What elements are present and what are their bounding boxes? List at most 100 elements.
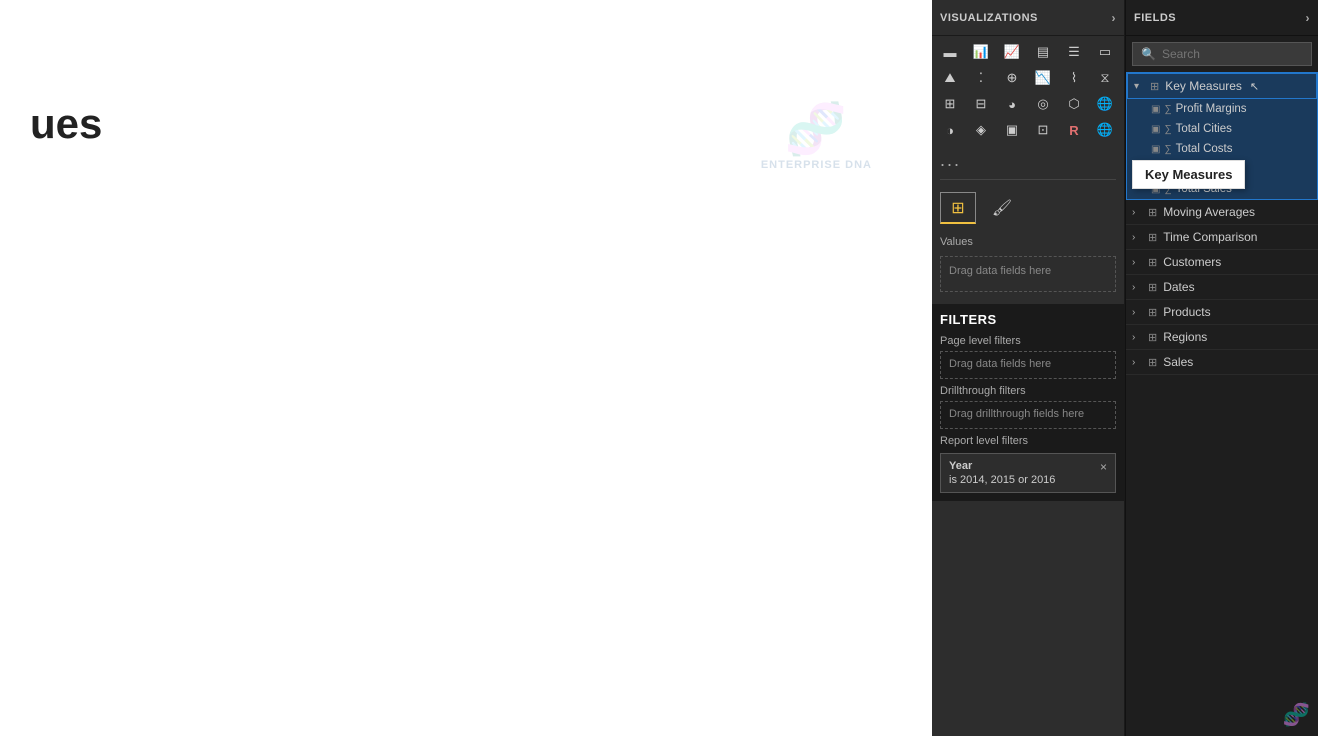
viz-bar-chart-icon[interactable]: ▬ xyxy=(936,40,964,64)
viz-divider xyxy=(940,179,1116,180)
field-group-header-moving-averages[interactable]: › ⊞ Moving Averages xyxy=(1126,200,1318,224)
viz-card2-icon[interactable]: ⊡ xyxy=(1029,118,1057,142)
values-label: Values xyxy=(932,232,1124,252)
field-item-total-cities[interactable]: ▣ ∑ Total Cities xyxy=(1127,119,1317,139)
viz-matrix-icon[interactable]: ⊞ xyxy=(936,92,964,116)
moving-averages-table-icon: ⊞ xyxy=(1148,206,1157,219)
visualizations-panel: VISUALIZATIONS › ▬ 📊 📈 ▤ ☰ ▭ ⛰ ⁚ ⊕ 📉 ⌇ ⧖… xyxy=(932,0,1125,736)
filter-chip-value: is 2014, 2015 or 2016 xyxy=(949,474,1055,486)
search-input[interactable] xyxy=(1162,47,1303,61)
viz-more-button[interactable]: ... xyxy=(932,146,1124,175)
search-box[interactable]: 🔍 xyxy=(1132,42,1312,66)
dna-watermark-icon: 🧬 xyxy=(761,100,872,159)
total-costs-calc-icon: ▣ xyxy=(1151,144,1160,155)
values-drop-zone[interactable]: Drag data fields here xyxy=(940,256,1116,292)
tooltip-text: Key Measures xyxy=(1145,167,1232,182)
field-group-header-key-measures[interactable]: ▾ ⊞ Key Measures ↖ xyxy=(1127,73,1317,99)
viz-card-icon[interactable]: ▭ xyxy=(1091,40,1119,64)
time-comparison-table-icon: ⊞ xyxy=(1148,231,1157,244)
viz-donut-icon[interactable]: ◎ xyxy=(1029,92,1057,116)
sales-expand-arrow: › xyxy=(1132,357,1144,368)
customers-expand-arrow: › xyxy=(1132,257,1144,268)
canvas-area: ues 🧬 ENTERPRISE DNA xyxy=(0,0,932,736)
total-cities-sigma-icon: ∑ xyxy=(1164,124,1171,135)
viz-line-chart-icon[interactable]: 📈 xyxy=(998,40,1026,64)
total-costs-sigma-icon: ∑ xyxy=(1164,144,1171,155)
viz-area-icon[interactable]: ⛰ xyxy=(936,66,964,90)
profit-margins-calc-icon: ▣ xyxy=(1151,104,1160,115)
viz-table-icon[interactable]: ☰ xyxy=(1060,40,1088,64)
cursor-indicator: ↖ xyxy=(1250,80,1259,93)
fields-build-icon[interactable]: ⊞ xyxy=(940,192,976,224)
visualizations-title: VISUALIZATIONS xyxy=(940,12,1038,24)
moving-averages-expand-arrow: › xyxy=(1132,207,1144,218)
viz-scatter-icon[interactable]: ⁚ xyxy=(967,66,995,90)
viz-combo-icon[interactable]: 📉 xyxy=(1029,66,1057,90)
field-group-regions: › ⊞ Regions xyxy=(1126,325,1318,350)
filters-section: FILTERS Page level filters Drag data fie… xyxy=(932,304,1124,501)
viz-r-icon[interactable]: R xyxy=(1060,118,1088,142)
field-group-time-comparison: › ⊞ Time Comparison xyxy=(1126,225,1318,250)
field-group-header-dates[interactable]: › ⊞ Dates xyxy=(1126,275,1318,299)
time-comparison-expand-arrow: › xyxy=(1132,232,1144,243)
viz-filled-map-icon[interactable]: ⬡ xyxy=(1060,92,1088,116)
page-level-label: Page level filters xyxy=(940,335,1116,347)
total-cities-label: Total Cities xyxy=(1176,123,1232,135)
sales-label: Sales xyxy=(1163,355,1193,369)
total-costs-label: Total Costs xyxy=(1176,143,1233,155)
key-measures-tooltip: Key Measures xyxy=(1132,160,1245,189)
filters-title: FILTERS xyxy=(940,312,1116,327)
field-group-header-time-comparison[interactable]: › ⊞ Time Comparison xyxy=(1126,225,1318,249)
page-title: ues xyxy=(20,20,102,148)
format-icon[interactable]: 🖌 xyxy=(984,192,1020,224)
customers-label: Customers xyxy=(1163,255,1221,269)
year-filter-chip[interactable]: Year is 2014, 2015 or 2016 × xyxy=(940,453,1116,493)
viz-pie-icon[interactable]: ◕ xyxy=(998,92,1026,116)
field-group-header-customers[interactable]: › ⊞ Customers xyxy=(1126,250,1318,274)
profit-margins-label: Profit Margins xyxy=(1176,103,1247,115)
key-measures-expand-arrow: ▾ xyxy=(1134,81,1146,92)
viz-gauge-icon[interactable]: ◑ xyxy=(936,118,964,142)
regions-table-icon: ⊞ xyxy=(1148,331,1157,344)
products-table-icon: ⊞ xyxy=(1148,306,1157,319)
fields-tree: Key Measures ▾ ⊞ Key Measures ↖ ▣ ∑ Prof… xyxy=(1126,72,1318,694)
field-group-header-products[interactable]: › ⊞ Products xyxy=(1126,300,1318,324)
time-comparison-label: Time Comparison xyxy=(1163,230,1257,244)
page-level-drop-zone[interactable]: Drag data fields here xyxy=(940,351,1116,379)
field-group-header-regions[interactable]: › ⊞ Regions xyxy=(1126,325,1318,349)
field-group-dates: › ⊞ Dates xyxy=(1126,275,1318,300)
enterprise-bottom-icon: 🧬 xyxy=(1283,702,1310,728)
dates-label: Dates xyxy=(1163,280,1194,294)
drillthrough-drop-zone[interactable]: Drag drillthrough fields here xyxy=(940,401,1116,429)
dates-expand-arrow: › xyxy=(1132,282,1144,293)
viz-bar-stacked-icon[interactable]: ▤ xyxy=(1029,40,1057,64)
field-item-profit-margins[interactable]: ▣ ∑ Profit Margins xyxy=(1127,99,1317,119)
viz-kpi-icon[interactable]: ◈ xyxy=(967,118,995,142)
viz-map-icon[interactable]: ⊕ xyxy=(998,66,1026,90)
products-label: Products xyxy=(1163,305,1210,319)
field-group-header-sales[interactable]: › ⊞ Sales xyxy=(1126,350,1318,374)
total-cities-calc-icon: ▣ xyxy=(1151,124,1160,135)
viz-waterfall-icon[interactable]: ⌇ xyxy=(1060,66,1088,90)
viz-custom-icon[interactable]: 🌐 xyxy=(1091,118,1119,142)
regions-expand-arrow: › xyxy=(1132,332,1144,343)
enterprise-dna-logo: 🧬 ENTERPRISE DNA xyxy=(761,100,872,171)
viz-funnel-icon[interactable]: ⧖ xyxy=(1091,66,1119,90)
enterprise-bottom-logo: 🧬 xyxy=(1126,694,1318,736)
field-group-sales: › ⊞ Sales xyxy=(1126,350,1318,375)
regions-label: Regions xyxy=(1163,330,1207,344)
viz-column-chart-icon[interactable]: 📊 xyxy=(967,40,995,64)
report-level-label: Report level filters xyxy=(940,435,1116,447)
filter-chip-name: Year xyxy=(949,460,1055,472)
field-group-products: › ⊞ Products xyxy=(1126,300,1318,325)
visualizations-collapse-arrow[interactable]: › xyxy=(1112,11,1117,25)
customers-table-icon: ⊞ xyxy=(1148,256,1157,269)
fields-collapse-arrow[interactable]: › xyxy=(1306,11,1311,25)
filter-chip-close-button[interactable]: × xyxy=(1100,460,1107,474)
viz-treemap-icon[interactable]: ⊟ xyxy=(967,92,995,116)
field-item-total-costs[interactable]: ▣ ∑ Total Costs xyxy=(1127,139,1317,159)
viz-slicer-icon[interactable]: ▣ xyxy=(998,118,1026,142)
field-group-moving-averages: › ⊞ Moving Averages xyxy=(1126,200,1318,225)
sales-table-icon: ⊞ xyxy=(1148,356,1157,369)
viz-globe-icon[interactable]: 🌐 xyxy=(1091,92,1119,116)
